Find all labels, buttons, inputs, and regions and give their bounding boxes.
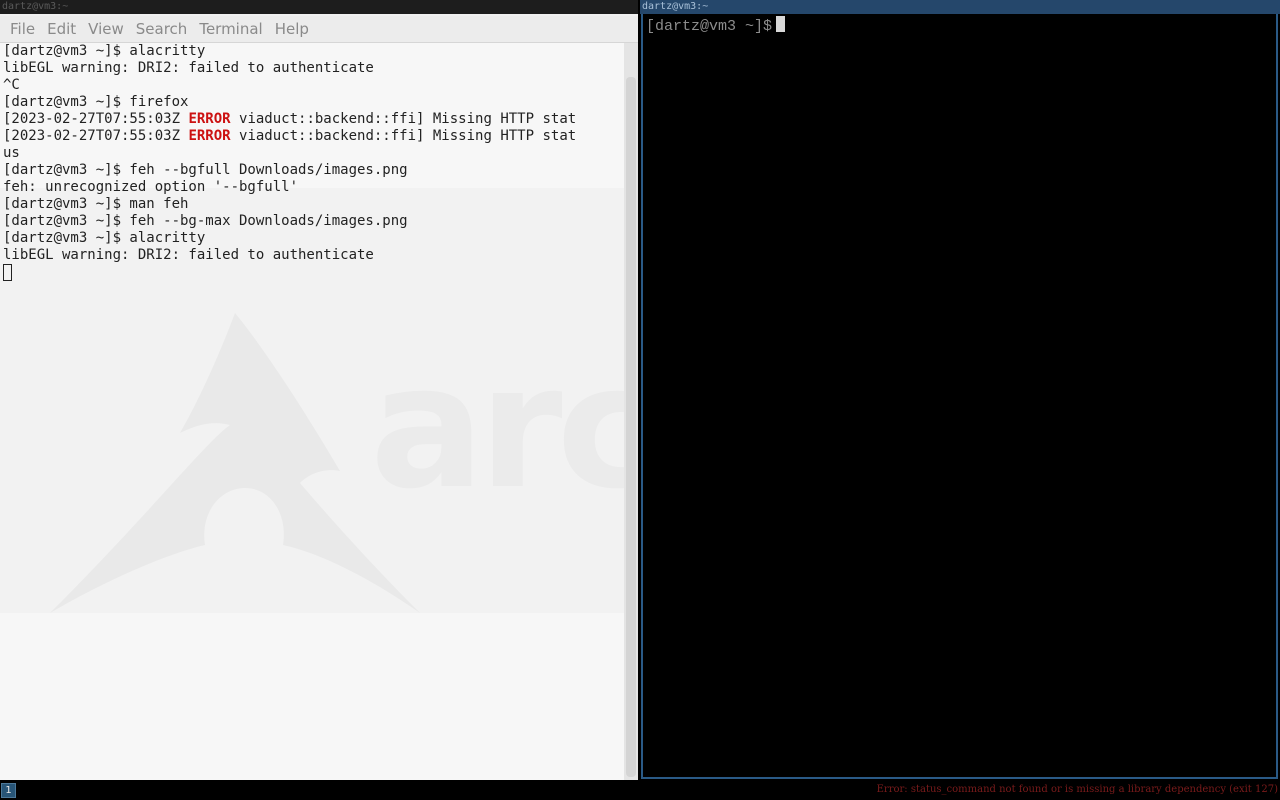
terminal-text: libEGL warning: DRI2: failed to authenti… bbox=[3, 60, 374, 76]
terminal-line: libEGL warning: DRI2: failed to authenti… bbox=[3, 60, 576, 77]
right-window-titlebar[interactable]: dartz@vm3:~ bbox=[640, 0, 1280, 14]
terminal-lines: [dartz@vm3 ~]$ alacritty libEGL warning: … bbox=[3, 43, 576, 281]
menu-search[interactable]: Search bbox=[130, 16, 194, 43]
terminal-line: feh: unrecognized option '--bgfull' bbox=[3, 179, 576, 196]
terminal-text: us bbox=[3, 145, 20, 161]
terminal-text: ^C bbox=[3, 77, 20, 93]
arch-wallpaper-text: arch bbox=[370, 329, 624, 527]
terminal-text: [dartz@vm3 ~]$ man feh bbox=[3, 196, 189, 212]
terminal-line: [2023-02-27T07:55:03Z ERROR viaduct::bac… bbox=[3, 128, 576, 145]
left-terminal-scrollbar[interactable] bbox=[624, 43, 638, 780]
right-terminal-line: [dartz@vm3 ~]$ bbox=[646, 16, 786, 36]
status-error-text: Error: status_command not found or is mi… bbox=[876, 784, 1278, 795]
menu-view[interactable]: View bbox=[82, 16, 130, 43]
terminal-text: [dartz@vm3 ~]$ feh --bg-max Downloads/im… bbox=[3, 213, 408, 229]
right-terminal-window[interactable]: dartz@vm3:~ [dartz@vm3 ~]$ bbox=[640, 0, 1280, 780]
terminal-line: [dartz@vm3 ~]$ firefox bbox=[3, 94, 576, 111]
terminal-line: ^C bbox=[3, 77, 576, 94]
terminal-cursor bbox=[776, 16, 786, 32]
terminal-text: [dartz@vm3 ~]$ feh --bgfull Downloads/im… bbox=[3, 162, 408, 178]
terminal-line: [dartz@vm3 ~]$ alacritty bbox=[3, 43, 576, 60]
workspace-button[interactable]: 1 bbox=[1, 783, 16, 798]
terminal-line: [2023-02-27T07:55:03Z ERROR viaduct::bac… bbox=[3, 111, 576, 128]
terminal-text: viaduct::backend::ffi] Missing HTTP stat bbox=[230, 128, 577, 144]
left-terminal-output[interactable]: arch [dartz@vm3 ~]$ alacrittylibEGL warn… bbox=[0, 43, 624, 780]
terminal-line: [dartz@vm3 ~]$ man feh bbox=[3, 196, 576, 213]
menu-file[interactable]: File bbox=[4, 16, 41, 43]
terminal-cursor bbox=[3, 264, 12, 281]
menu-terminal[interactable]: Terminal bbox=[193, 16, 268, 43]
terminal-text: viaduct::backend::ffi] Missing HTTP stat bbox=[230, 111, 577, 127]
error-tag: ERROR bbox=[188, 111, 231, 127]
terminal-line: us bbox=[3, 145, 576, 162]
terminal-text: [dartz@vm3 ~]$ alacritty bbox=[3, 230, 206, 246]
terminal-text: [2023-02-27T07:55:03Z bbox=[3, 111, 189, 127]
arch-logo-icon bbox=[50, 313, 420, 613]
terminal-text: feh: unrecognized option '--bgfull' bbox=[3, 179, 299, 195]
error-tag: ERROR bbox=[188, 128, 231, 144]
scrollbar-thumb[interactable] bbox=[626, 77, 636, 777]
right-terminal-output[interactable]: [dartz@vm3 ~]$ bbox=[641, 14, 1278, 779]
left-window-titlebar[interactable]: dartz@vm3:~ bbox=[0, 0, 638, 14]
terminal-text: [dartz@vm3 ~]$ alacritty bbox=[3, 43, 206, 59]
terminal-line: [dartz@vm3 ~]$ alacritty bbox=[3, 230, 576, 247]
terminal-line: [dartz@vm3 ~]$ feh --bg-max Downloads/im… bbox=[3, 213, 576, 230]
terminal-line: [dartz@vm3 ~]$ feh --bgfull Downloads/im… bbox=[3, 162, 576, 179]
terminal-line: libEGL warning: DRI2: failed to authenti… bbox=[3, 247, 576, 264]
menu-edit[interactable]: Edit bbox=[41, 16, 82, 43]
menu-help[interactable]: Help bbox=[269, 16, 315, 43]
terminal-text: libEGL warning: DRI2: failed to authenti… bbox=[3, 247, 374, 263]
left-terminal-window[interactable]: dartz@vm3:~ File Edit View Search Termin… bbox=[0, 0, 638, 780]
menu-bar: File Edit View Search Terminal Help bbox=[0, 16, 638, 43]
terminal-cursor-line bbox=[3, 264, 576, 281]
status-bar: 1 Error: status_command not found or is … bbox=[0, 780, 1280, 800]
shell-prompt: [dartz@vm3 ~]$ bbox=[646, 18, 773, 35]
terminal-text: [dartz@vm3 ~]$ firefox bbox=[3, 94, 189, 110]
desktop: dartz@vm3:~ File Edit View Search Termin… bbox=[0, 0, 1280, 800]
terminal-text: [2023-02-27T07:55:03Z bbox=[3, 128, 189, 144]
